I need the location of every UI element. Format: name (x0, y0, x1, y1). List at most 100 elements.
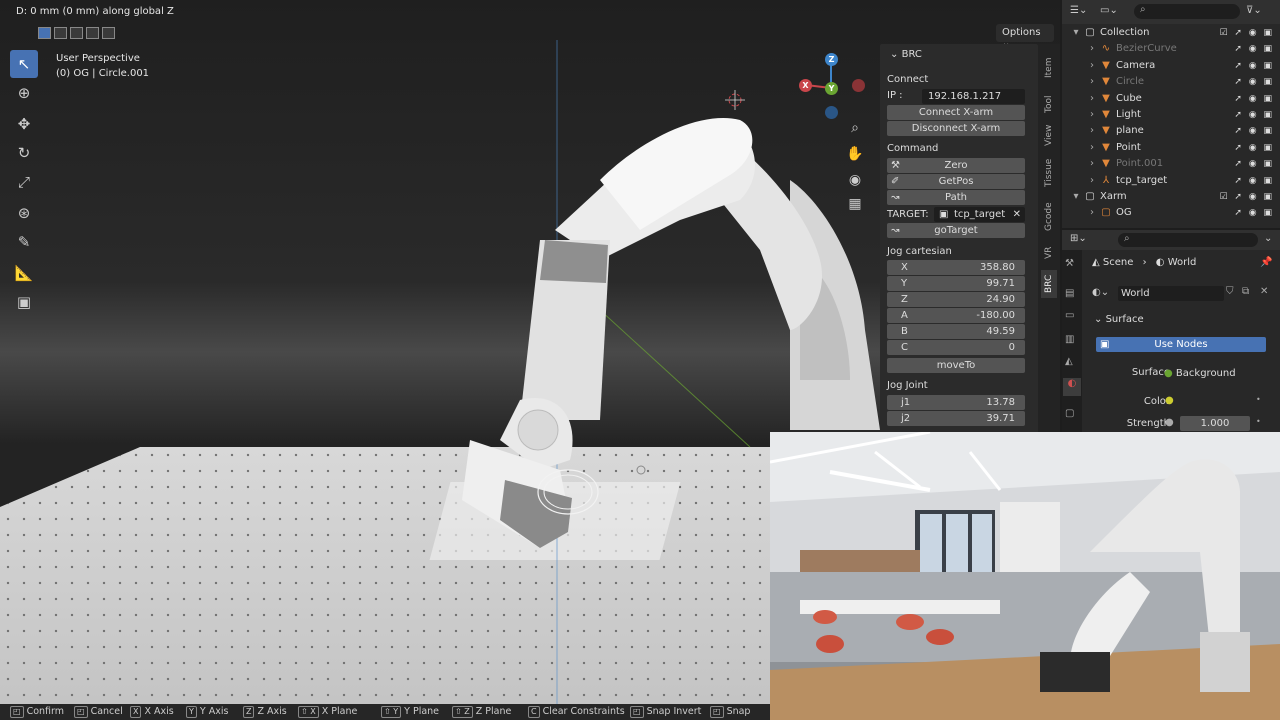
cartesian-field-b[interactable]: B 49.59 (887, 324, 1025, 339)
expand-arrow-icon[interactable]: › (1086, 205, 1098, 221)
outliner-item[interactable]: › ∿ BezierCurve ➚ ◉ ▣ (1062, 41, 1280, 57)
select-mode-extend-icon[interactable] (54, 27, 67, 39)
tab-item[interactable]: Item (1041, 50, 1057, 86)
cartesian-field-a[interactable]: A -180.00 (887, 308, 1025, 323)
surface-value-field[interactable]: ● Background (1164, 366, 1254, 381)
cartesian-field-z[interactable]: Z 24.90 (887, 292, 1025, 307)
annotate-icon[interactable]: ✎ (10, 228, 38, 256)
outliner-item[interactable]: › ▼ Camera ➚ ◉ ▣ (1062, 58, 1280, 74)
select-mode-subtract-icon[interactable] (70, 27, 83, 39)
expand-arrow-icon[interactable]: › (1086, 123, 1098, 139)
editor-type-icon[interactable]: ⊞⌄ (1070, 233, 1087, 244)
joint-field-j2[interactable]: j2 39.71 (887, 411, 1025, 426)
visibility-toggles-icon[interactable]: ➚ ◉ ▣ (1234, 123, 1274, 139)
outliner-item[interactable]: ▾ ▢ Collection ☑ ➚ ◉ ▣ (1062, 25, 1280, 41)
tab-vr[interactable]: VR (1041, 242, 1057, 264)
visibility-toggles-icon[interactable]: ☑ ➚ ◉ ▣ (1219, 25, 1274, 41)
disconnect-xarm-button[interactable]: Disconnect X-arm (887, 121, 1025, 136)
select-mode-invert-icon[interactable] (86, 27, 99, 39)
outliner-item[interactable]: ▾ ▢ Xarm ☑ ➚ ◉ ▣ (1062, 189, 1280, 205)
tab-brc[interactable]: BRC (1041, 270, 1057, 298)
use-nodes-button[interactable]: ▣ Use Nodes (1096, 337, 1266, 352)
visibility-toggles-icon[interactable]: ➚ ◉ ▣ (1234, 58, 1274, 74)
collapse-chevron-icon[interactable]: ⌄ (890, 49, 898, 60)
clear-target-icon[interactable]: ✕ (1013, 207, 1021, 222)
pan-hand-icon[interactable]: ✋ (842, 146, 868, 168)
outliner-item[interactable]: › ▼ Point.001 ➚ ◉ ▣ (1062, 156, 1280, 172)
outliner-item[interactable]: › ▼ Circle ➚ ◉ ▣ (1062, 74, 1280, 90)
visibility-toggles-icon[interactable]: ➚ ◉ ▣ (1234, 205, 1274, 221)
tab-view[interactable]: View (1041, 122, 1057, 148)
joint-field-j1[interactable]: j1 13.78 (887, 395, 1025, 410)
breadcrumb-world[interactable]: World (1168, 257, 1197, 268)
color-socket-icon[interactable]: ● (1165, 395, 1174, 406)
expand-arrow-icon[interactable]: › (1086, 173, 1098, 189)
expand-arrow-icon[interactable]: › (1086, 74, 1098, 90)
cartesian-field-x[interactable]: X 358.80 (887, 260, 1025, 275)
scale-icon[interactable]: ⤢ (10, 168, 38, 196)
tab-gcode[interactable]: Gcode (1041, 198, 1057, 236)
expand-arrow-icon[interactable]: › (1086, 156, 1098, 172)
gizmo-neg-z-axis[interactable] (825, 106, 838, 119)
getpos-button[interactable]: ✐ GetPos (887, 174, 1025, 189)
strength-field[interactable]: 1.000 (1180, 416, 1250, 431)
chevron-down-icon[interactable]: ⌄ (1264, 233, 1272, 244)
filter-icon[interactable]: ⊽⌄ (1246, 5, 1262, 16)
rotate-icon[interactable]: ↻ (10, 139, 38, 167)
visibility-toggles-icon[interactable]: ➚ ◉ ▣ (1234, 156, 1274, 172)
collection-tab-icon[interactable]: ▢ (1065, 408, 1074, 419)
gizmo-y-axis[interactable]: Y (825, 82, 838, 95)
world-name-field[interactable]: World (1118, 286, 1224, 301)
pin-icon[interactable]: 📌 (1260, 257, 1272, 268)
duplicate-icon[interactable]: ⧉ (1242, 286, 1249, 297)
gizmo-x-axis[interactable]: X (799, 79, 812, 92)
navigation-gizmo[interactable]: Z X Y (792, 50, 872, 120)
unlink-icon[interactable]: ✕ (1260, 286, 1268, 297)
expand-arrow-icon[interactable]: › (1086, 107, 1098, 123)
visibility-toggles-icon[interactable]: ➚ ◉ ▣ (1234, 107, 1274, 123)
outliner-item[interactable]: › ⅄ tcp_target ➚ ◉ ▣ (1062, 173, 1280, 189)
gizmo-neg-x-axis[interactable] (852, 79, 865, 92)
tab-tool[interactable]: Tool (1041, 92, 1057, 116)
path-button[interactable]: ↝ Path (887, 190, 1025, 205)
visibility-toggles-icon[interactable]: ➚ ◉ ▣ (1234, 140, 1274, 156)
expand-arrow-icon[interactable]: › (1086, 140, 1098, 156)
connect-xarm-button[interactable]: Connect X-arm (887, 105, 1025, 120)
expand-arrow-icon[interactable]: ▾ (1070, 189, 1082, 205)
moveto-button[interactable]: moveTo (887, 358, 1025, 373)
select-mode-new-icon[interactable] (38, 27, 51, 39)
ortho-grid-icon[interactable]: ▦ (842, 196, 868, 218)
tool-tab-icon[interactable]: ⚒ (1065, 258, 1074, 269)
target-field[interactable]: ▣ tcp_target ✕ (934, 207, 1025, 222)
view-layer-icon[interactable]: ▭⌄ (1100, 5, 1118, 16)
camera-view-icon[interactable]: ◉ (842, 172, 868, 194)
outliner-item[interactable]: › ▼ Light ➚ ◉ ▣ (1062, 107, 1280, 123)
robot-arm-model[interactable] (0, 0, 880, 704)
expand-arrow-icon[interactable]: › (1086, 58, 1098, 74)
ip-input[interactable]: 192.168.1.217 (922, 89, 1025, 104)
visibility-toggles-icon[interactable]: ➚ ◉ ▣ (1234, 91, 1274, 107)
outliner-item[interactable]: › ▼ Cube ➚ ◉ ▣ (1062, 91, 1280, 107)
options-dropdown[interactable]: Options ⌄ (996, 24, 1054, 49)
surface-panel-header[interactable]: ⌄ Surface (1094, 314, 1144, 325)
outliner-item[interactable]: › ▼ Point ➚ ◉ ▣ (1062, 140, 1280, 156)
gotarget-button[interactable]: ↝ goTarget (887, 223, 1025, 238)
zoom-icon[interactable]: ⌕ (842, 120, 868, 142)
fake-user-icon[interactable]: ⛉ (1226, 286, 1234, 297)
select-box-icon[interactable]: ↖ (10, 50, 38, 78)
strength-socket-icon[interactable]: ● (1165, 417, 1174, 428)
keyframe-dot-icon[interactable]: • (1256, 395, 1261, 404)
add-cube-icon[interactable]: ▣ (10, 288, 38, 316)
properties-search-input[interactable]: ⌕ (1118, 233, 1258, 247)
visibility-toggles-icon[interactable]: ➚ ◉ ▣ (1234, 74, 1274, 90)
cartesian-field-y[interactable]: Y 99.71 (887, 276, 1025, 291)
move-icon[interactable]: ✥ (10, 110, 38, 138)
view-layer-tab-icon[interactable]: ▥ (1065, 334, 1074, 345)
output-tab-icon[interactable]: ▭ (1065, 310, 1074, 321)
world-browse-icon[interactable]: ◐⌄ (1092, 287, 1109, 298)
keyframe-dot-icon[interactable]: • (1256, 417, 1261, 426)
visibility-toggles-icon[interactable]: ➚ ◉ ▣ (1234, 173, 1274, 189)
display-mode-icon[interactable]: ☰⌄ (1070, 5, 1087, 16)
render-tab-icon[interactable]: ▤ (1065, 288, 1074, 299)
cursor-icon[interactable]: ⊕ (10, 79, 38, 107)
